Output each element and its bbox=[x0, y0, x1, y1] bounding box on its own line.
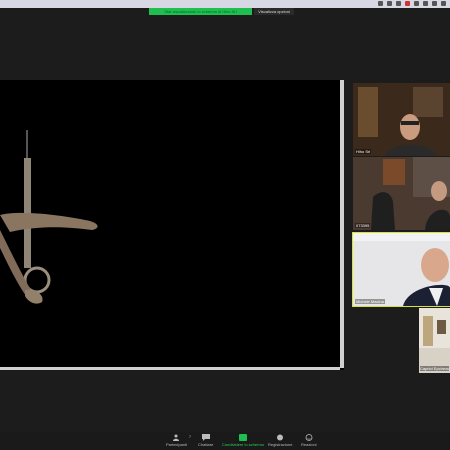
participant-name: Capriol Epcirezu bbox=[420, 366, 450, 371]
screen-share-banner: Stai visualizzando lo schermo di Hiho Sr… bbox=[149, 8, 252, 15]
chat-button[interactable]: Chattare bbox=[198, 434, 213, 447]
participants-button[interactable]: Partecipanti 7 bbox=[166, 434, 191, 447]
participant-video bbox=[419, 308, 450, 373]
chat-icon bbox=[201, 434, 210, 441]
horizontal-scrollbar[interactable] bbox=[0, 367, 340, 370]
participant-name: 073395 bbox=[355, 223, 371, 228]
meeting-toolbar: Partecipanti 7 Chattare Condividere lo s… bbox=[0, 432, 450, 450]
record-icon bbox=[277, 434, 284, 441]
participant-name: Michele Macina bbox=[355, 299, 385, 304]
status-tray bbox=[378, 1, 446, 6]
participants-icon bbox=[172, 434, 179, 441]
tray-icon[interactable] bbox=[432, 1, 437, 6]
tray-icon[interactable] bbox=[441, 1, 446, 6]
reactions-icon bbox=[305, 434, 313, 441]
video-tile-capriol-epcirezu[interactable]: Capriol Epcirezu bbox=[419, 308, 450, 373]
participants-count: 7 bbox=[188, 434, 192, 439]
view-options-button[interactable]: Visualizza opzioni bbox=[254, 8, 294, 15]
video-tile-073395[interactable]: 073395 bbox=[353, 157, 450, 230]
participant-video bbox=[353, 83, 450, 156]
shared-screen bbox=[0, 80, 344, 370]
tray-icon[interactable] bbox=[396, 1, 401, 6]
participant-name: Hiho Srl bbox=[355, 149, 372, 154]
share-screen-icon bbox=[239, 434, 248, 441]
vertical-scrollbar[interactable] bbox=[340, 80, 344, 368]
tray-icon[interactable] bbox=[423, 1, 428, 6]
share-screen-button[interactable]: Condividere lo schermo bbox=[222, 434, 264, 447]
reactions-button[interactable]: Reazioni bbox=[301, 434, 317, 447]
video-tile-hiho-srl[interactable]: Hiho Srl bbox=[353, 83, 450, 156]
record-button[interactable]: Registrazione bbox=[268, 434, 292, 447]
video-tile-michele-macina[interactable]: Michele Macina bbox=[352, 232, 450, 307]
tray-icon[interactable] bbox=[387, 1, 392, 6]
gymnast-figure-image bbox=[0, 130, 98, 304]
os-menu-bar bbox=[0, 0, 450, 8]
tray-icon[interactable] bbox=[414, 1, 419, 6]
tray-icon[interactable] bbox=[405, 1, 410, 6]
participant-video bbox=[353, 233, 450, 306]
tray-icon[interactable] bbox=[378, 1, 383, 6]
participant-video bbox=[353, 157, 450, 230]
